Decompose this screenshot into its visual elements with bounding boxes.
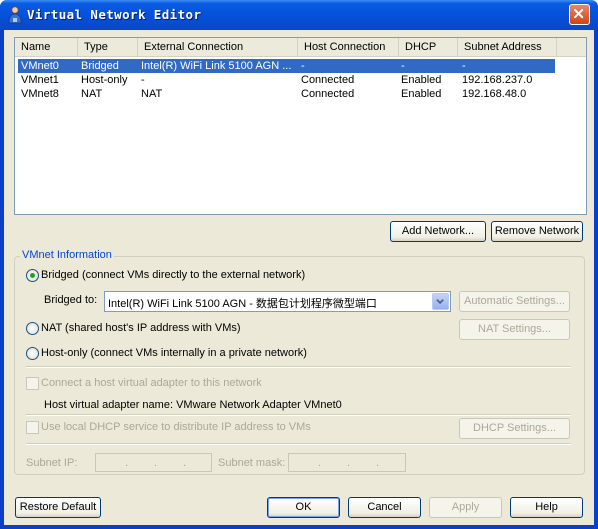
ip-dot: .	[125, 457, 129, 469]
divider	[26, 443, 571, 445]
column-header-external[interactable]: External Connection	[138, 38, 298, 57]
cell-external: -	[141, 74, 145, 86]
column-header-name[interactable]: Name	[15, 38, 78, 57]
title-bar[interactable]: Virtual Network Editor	[0, 0, 598, 30]
close-icon	[573, 8, 584, 19]
virtual-network-editor-window: Virtual Network Editor Name Type Externa…	[0, 0, 598, 529]
table-row[interactable]: VMnet8 NAT NAT Connected Enabled 192.168…	[18, 87, 555, 101]
list-header: Name Type External Connection Host Conne…	[15, 38, 586, 57]
chevron-down-icon	[436, 299, 444, 305]
cell-name: VMnet1	[21, 74, 59, 86]
cell-dhcp: Enabled	[401, 74, 442, 86]
use-dhcp-checkbox[interactable]	[26, 421, 39, 434]
nat-radio[interactable]	[26, 322, 39, 335]
cell-subnet: 192.168.48.0	[462, 88, 527, 100]
remove-network-button[interactable]: Remove Network	[491, 221, 583, 242]
table-row[interactable]: VMnet0 Bridged Intel(R) WiFi Link 5100 A…	[18, 59, 555, 73]
connect-adapter-checkbox[interactable]	[26, 377, 39, 390]
cell-type: NAT	[81, 88, 103, 100]
apply-button[interactable]: Apply	[429, 497, 502, 518]
host-only-label[interactable]: Host-only (connect VMs internally in a p…	[41, 347, 307, 359]
column-header-dhcp[interactable]: DHCP	[399, 38, 458, 57]
window-title: Virtual Network Editor	[27, 7, 202, 22]
host-only-radio[interactable]	[26, 347, 39, 360]
cell-name: VMnet0	[21, 60, 59, 72]
dialog-body: Name Type External Connection Host Conne…	[4, 30, 594, 525]
cell-external: Intel(R) WiFi Link 5100 AGN ...	[141, 60, 292, 72]
cell-subnet: -	[462, 60, 466, 72]
adapter-name-text: Host virtual adapter name: VMware Networ…	[44, 399, 342, 411]
cell-host: Connected	[301, 74, 355, 86]
ip-dot: .	[154, 457, 158, 469]
bridged-radio[interactable]	[26, 269, 39, 282]
ip-dot: .	[318, 457, 322, 469]
nat-settings-button[interactable]: NAT Settings...	[459, 319, 570, 340]
cell-subnet: 192.168.237.0	[462, 74, 533, 86]
automatic-settings-button[interactable]: Automatic Settings...	[459, 291, 570, 312]
network-list[interactable]: Name Type External Connection Host Conne…	[14, 37, 587, 215]
cell-external: NAT	[141, 88, 163, 100]
ok-button[interactable]: OK	[267, 497, 340, 518]
column-header-host[interactable]: Host Connection	[298, 38, 399, 57]
add-network-button[interactable]: Add Network...	[390, 221, 486, 242]
dhcp-settings-button[interactable]: DHCP Settings...	[459, 418, 570, 439]
cell-dhcp: Enabled	[401, 88, 442, 100]
ip-dot: .	[376, 457, 380, 469]
subnet-mask-label: Subnet mask:	[218, 457, 286, 469]
cell-type: Host-only	[81, 74, 128, 86]
group-title: VMnet Information	[20, 249, 114, 261]
subnet-ip-input[interactable]: . . .	[95, 453, 212, 472]
use-dhcp-label[interactable]: Use local DHCP service to distribute IP …	[41, 421, 311, 433]
connect-adapter-label[interactable]: Connect a host virtual adapter to this n…	[41, 377, 262, 389]
cancel-button[interactable]: Cancel	[348, 497, 421, 518]
bridged-to-value: Intel(R) WiFi Link 5100 AGN - 数据包计划程序微型端…	[108, 298, 377, 310]
cell-type: Bridged	[81, 60, 119, 72]
table-row[interactable]: VMnet1 Host-only - Connected Enabled 192…	[18, 73, 555, 87]
close-button[interactable]	[569, 4, 590, 25]
column-header-subnet[interactable]: Subnet Address	[458, 38, 557, 57]
restore-default-button[interactable]: Restore Default	[15, 497, 101, 518]
column-header-type[interactable]: Type	[78, 38, 138, 57]
bridged-to-select[interactable]: Intel(R) WiFi Link 5100 AGN - 数据包计划程序微型端…	[104, 291, 451, 312]
cell-name: VMnet8	[21, 88, 59, 100]
network-user-icon	[8, 6, 22, 24]
ip-dot: .	[347, 457, 351, 469]
help-button[interactable]: Help	[510, 497, 583, 518]
bridged-label[interactable]: Bridged (connect VMs directly to the ext…	[41, 269, 305, 281]
divider	[26, 366, 571, 368]
nat-label[interactable]: NAT (shared host's IP address with VMs)	[41, 322, 241, 334]
ip-dot: .	[183, 457, 187, 469]
subnet-ip-label: Subnet IP:	[26, 457, 78, 469]
dropdown-arrow[interactable]	[432, 293, 449, 310]
cell-dhcp: -	[401, 60, 405, 72]
bridged-to-label: Bridged to:	[44, 294, 98, 306]
subnet-mask-input[interactable]: . . .	[288, 453, 406, 472]
cell-host: Connected	[301, 88, 355, 100]
cell-host: -	[301, 60, 305, 72]
divider	[26, 414, 571, 416]
